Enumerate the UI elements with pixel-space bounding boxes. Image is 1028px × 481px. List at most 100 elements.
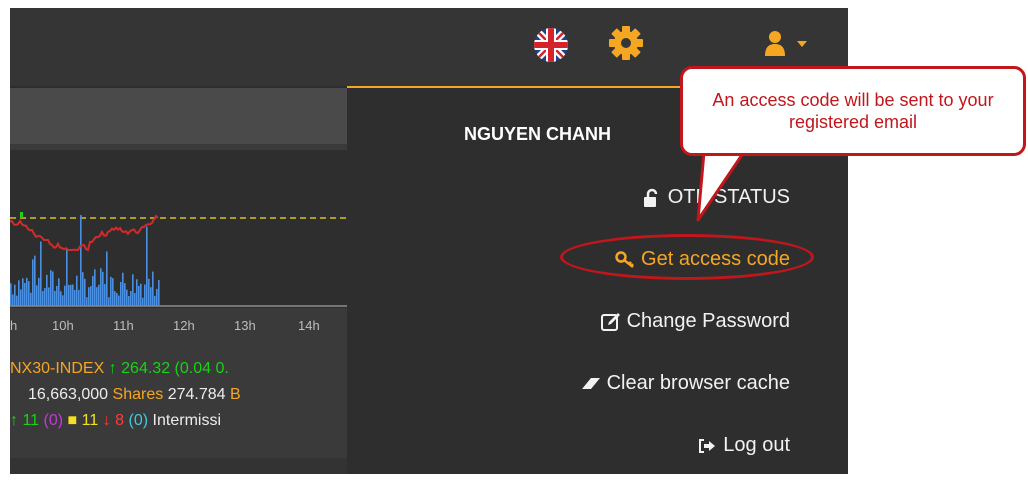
volume-bar — [44, 288, 46, 306]
index-change: (0.04 0. — [174, 360, 229, 377]
volume-bar — [48, 287, 50, 306]
user-icon[interactable] — [764, 30, 786, 56]
volume-bar — [82, 272, 84, 306]
advances-count: 11 — [22, 412, 40, 429]
value-unit: B — [229, 386, 241, 403]
index-summary: NX30-INDEX ↑ 264.32 (0.04 0. — [10, 360, 229, 378]
chevron-down-icon[interactable] — [797, 41, 807, 47]
volume-bar — [92, 275, 94, 306]
volume-bar — [96, 287, 98, 306]
volume-bar — [122, 272, 124, 306]
volume-bar — [58, 278, 60, 306]
up-arrow-icon: ↑ — [10, 412, 18, 429]
intraday-chart — [10, 150, 347, 308]
market-chart-panel: h 10h 11h 12h 13h 14h NX30-INDEX ↑ 264.3… — [10, 88, 347, 474]
volume-label: Shares — [112, 386, 164, 403]
callout-text: An access code will be sent to your regi… — [712, 90, 994, 132]
index-name[interactable]: NX30-INDEX — [10, 360, 104, 377]
volume-bar — [22, 278, 24, 306]
callout-box: An access code will be sent to your regi… — [680, 66, 1026, 156]
volume-bar — [64, 285, 66, 306]
floor-count: (0) — [128, 412, 149, 429]
volume-bar — [156, 288, 158, 306]
volume-bar — [76, 275, 78, 306]
volume-bar — [152, 271, 154, 306]
volume-bar — [16, 295, 18, 306]
volume-bar — [94, 269, 96, 306]
time-tick: 14h — [298, 318, 320, 333]
edit-icon — [600, 312, 621, 332]
volume-bar — [30, 292, 32, 306]
callout-pointer — [696, 150, 746, 222]
volume-bar — [124, 283, 126, 306]
volume-bar — [86, 297, 88, 306]
volume-bar — [112, 278, 114, 306]
time-tick: 12h — [173, 318, 195, 333]
volume-bar — [130, 291, 132, 306]
market-status: Intermissi — [152, 412, 221, 429]
breadth-summary: ↑ 11 (0) ■ 11 ↓ 8 (0) Intermissi — [10, 412, 221, 430]
volume-bar — [102, 271, 104, 306]
volume-bar — [24, 283, 26, 306]
volume-value: 16,663,000 — [28, 386, 109, 403]
volume-bar — [38, 277, 40, 306]
panel-footer — [10, 458, 347, 474]
volume-bar — [84, 278, 86, 306]
volume-bar — [108, 297, 110, 306]
volume-bar — [12, 294, 14, 306]
volume-bar — [56, 285, 58, 306]
trade-value: 274.784 — [167, 386, 226, 403]
index-value: 264.32 — [121, 360, 171, 377]
unlock-icon — [642, 188, 662, 208]
volume-summary: 16,663,000 Shares 274.784 B — [28, 386, 241, 404]
ceiling-count: (0) — [43, 412, 64, 429]
volume-bars — [10, 215, 160, 306]
volume-bar — [80, 215, 82, 306]
clear-cache-label: Clear browser cache — [606, 372, 790, 394]
volume-bar — [100, 268, 102, 306]
volume-bar — [104, 283, 106, 306]
log-out-item[interactable]: Log out — [697, 434, 790, 457]
volume-bar — [42, 291, 44, 306]
time-tick: 10h — [52, 318, 74, 333]
change-password-item[interactable]: Change Password — [600, 310, 790, 333]
unchanged-count: 11 — [81, 412, 99, 429]
eraser-icon — [581, 374, 601, 394]
volume-bar — [140, 283, 142, 306]
time-tick: h — [10, 318, 18, 333]
volume-bar — [136, 279, 138, 306]
volume-bar — [110, 276, 112, 306]
unchanged-square-icon: ■ — [67, 412, 78, 429]
volume-bar — [50, 270, 52, 306]
volume-bar — [74, 290, 76, 306]
volume-bar — [146, 226, 148, 306]
volume-bar — [40, 241, 42, 306]
volume-bar — [90, 286, 92, 306]
clear-cache-item[interactable]: Clear browser cache — [581, 372, 790, 395]
volume-bar — [52, 271, 54, 306]
open-marker — [20, 212, 23, 218]
volume-bar — [60, 291, 62, 306]
uk-flag-icon[interactable] — [534, 28, 568, 62]
volume-bar — [118, 295, 120, 306]
time-tick: 13h — [234, 318, 256, 333]
sign-out-icon — [697, 436, 717, 456]
volume-bar — [72, 284, 74, 306]
gear-icon[interactable] — [608, 25, 644, 61]
log-out-label: Log out — [723, 434, 790, 456]
volume-bar — [98, 284, 100, 306]
up-arrow-icon: ↑ — [108, 360, 117, 377]
volume-bar — [36, 285, 38, 306]
volume-bar — [114, 291, 116, 306]
volume-bar — [70, 284, 72, 306]
volume-bar — [128, 296, 130, 306]
volume-bar — [66, 248, 68, 306]
highlight-ellipse — [560, 234, 814, 280]
volume-bar — [20, 289, 22, 306]
volume-bar — [150, 287, 152, 306]
volume-bar — [14, 284, 16, 306]
time-tick: 11h — [113, 318, 134, 333]
down-arrow-icon: ↓ — [102, 412, 111, 429]
volume-bar — [88, 287, 90, 306]
volume-bar — [120, 281, 122, 306]
